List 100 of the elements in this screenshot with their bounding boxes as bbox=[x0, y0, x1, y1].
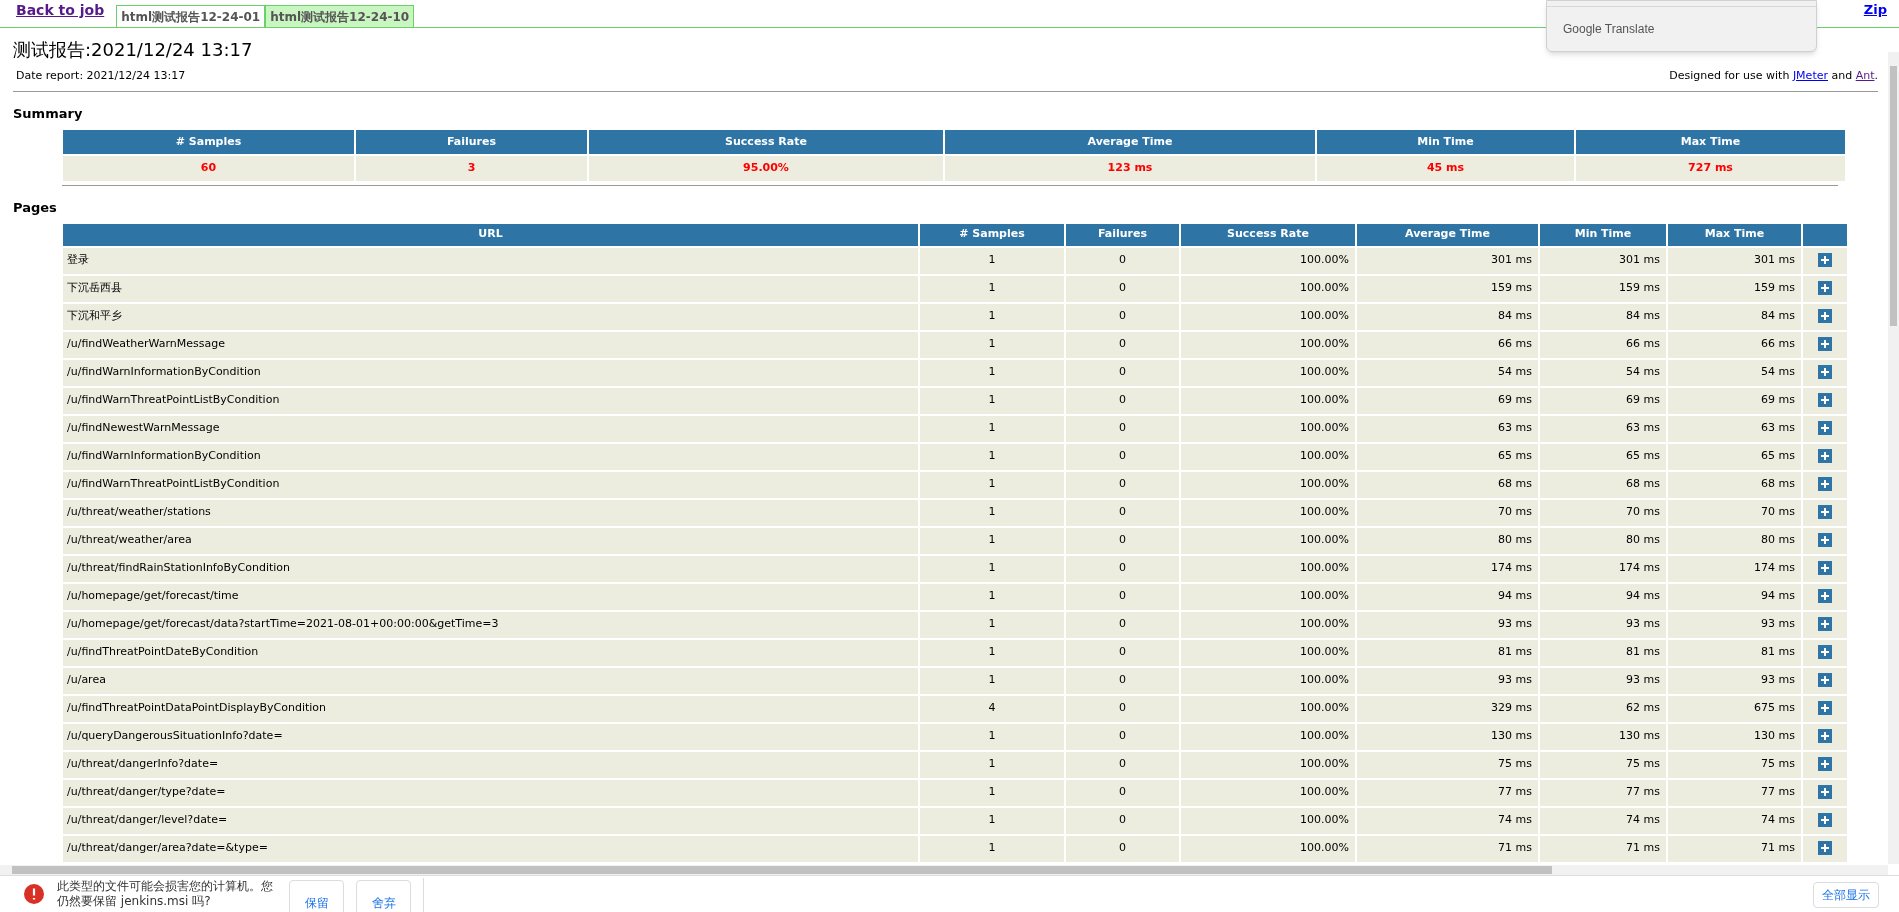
expand-button[interactable] bbox=[1818, 729, 1832, 744]
table-cell: 93 ms bbox=[1668, 611, 1801, 638]
download-action-button[interactable]: 保留 bbox=[289, 880, 344, 912]
table-cell: 1 bbox=[920, 807, 1064, 834]
show-all-button[interactable]: 全部显示 bbox=[1813, 882, 1879, 908]
table-cell: /u/threat/weather/area bbox=[63, 527, 918, 554]
translate-label: Google Translate bbox=[1563, 21, 1655, 38]
table-cell: 94 ms bbox=[1540, 583, 1666, 610]
expand-button[interactable] bbox=[1818, 365, 1832, 380]
expand-button[interactable] bbox=[1818, 449, 1832, 464]
plus-icon bbox=[1820, 479, 1830, 490]
table-cell: /u/threat/danger/type?date= bbox=[63, 779, 918, 806]
table-cell: 75 ms bbox=[1357, 751, 1538, 778]
table-cell: 1 bbox=[920, 583, 1064, 610]
expand-button[interactable] bbox=[1818, 617, 1832, 632]
table-cell: /u/findWarnThreatPointListByCondition bbox=[63, 387, 918, 414]
table-cell: 174 ms bbox=[1357, 555, 1538, 582]
table-cell: /u/findWeatherWarnMessage bbox=[63, 331, 918, 358]
table-cell: 1 bbox=[920, 639, 1064, 666]
table-cell: 1 bbox=[920, 499, 1064, 526]
plus-icon bbox=[1820, 311, 1830, 322]
report-tab[interactable]: html测试报告12-24-10 bbox=[265, 5, 415, 27]
table-cell: 75 ms bbox=[1668, 751, 1801, 778]
table-cell: 70 ms bbox=[1357, 499, 1538, 526]
table-cell: 1 bbox=[920, 359, 1064, 386]
table-cell: 0 bbox=[1066, 359, 1179, 386]
table-cell: 77 ms bbox=[1668, 779, 1801, 806]
table-cell: 93 ms bbox=[1357, 611, 1538, 638]
table-cell: 74 ms bbox=[1540, 807, 1666, 834]
expand-button[interactable] bbox=[1818, 757, 1832, 772]
expand-button[interactable] bbox=[1818, 281, 1832, 296]
expand-button[interactable] bbox=[1818, 421, 1832, 436]
table-cell: 1 bbox=[920, 611, 1064, 638]
expand-button[interactable] bbox=[1818, 253, 1832, 268]
table-cell: 54 ms bbox=[1540, 359, 1666, 386]
table-cell: 0 bbox=[1066, 611, 1179, 638]
table-cell: 130 ms bbox=[1540, 723, 1666, 750]
report-tab[interactable]: html测试报告12-24-01 bbox=[116, 5, 266, 27]
table-cell: 123 ms bbox=[945, 156, 1315, 181]
table-cell: 100.00% bbox=[1181, 359, 1355, 386]
zip-link[interactable]: Zip bbox=[1863, 0, 1887, 19]
table-cell: /u/queryDangerousSituationInfo?date= bbox=[63, 723, 918, 750]
expand-button[interactable] bbox=[1818, 589, 1832, 604]
plus-icon bbox=[1820, 703, 1830, 714]
table-cell: 71 ms bbox=[1668, 835, 1801, 862]
column-header: Success Rate bbox=[589, 130, 943, 154]
table-cell: 301 ms bbox=[1540, 247, 1666, 274]
table-cell: 174 ms bbox=[1540, 555, 1666, 582]
table-cell: /u/threat/findRainStationInfoByCondition bbox=[63, 555, 918, 582]
table-cell: 0 bbox=[1066, 275, 1179, 302]
table-cell: 0 bbox=[1066, 807, 1179, 834]
table-cell: 0 bbox=[1066, 471, 1179, 498]
jmeter-link[interactable]: JMeter bbox=[1792, 69, 1828, 82]
download-warning-text: 此类型的文件可能会损害您的计算机。您仍然要保留 jenkins.msi 吗? bbox=[57, 879, 274, 909]
table-cell: /u/homepage/get/forecast/data?startTime=2021-08-01+00:00:00&getTime=3 bbox=[63, 611, 918, 638]
table-cell: 1 bbox=[920, 667, 1064, 694]
column-header: Failures bbox=[356, 130, 587, 154]
table-cell: /u/findThreatPointDateByCondition bbox=[63, 639, 918, 666]
expand-button[interactable] bbox=[1818, 645, 1832, 660]
back-to-job-link[interactable]: Back to job bbox=[16, 0, 105, 21]
table-cell: 4 bbox=[920, 695, 1064, 722]
expand-button[interactable] bbox=[1818, 673, 1832, 688]
table-cell: 81 ms bbox=[1668, 639, 1801, 666]
table-cell: 0 bbox=[1066, 751, 1179, 778]
table-cell: 84 ms bbox=[1357, 303, 1538, 330]
table-cell: 159 ms bbox=[1540, 275, 1666, 302]
plus-icon bbox=[1820, 423, 1830, 434]
table-cell: 100.00% bbox=[1181, 723, 1355, 750]
download-action-button[interactable]: 舍弃 bbox=[356, 880, 411, 912]
table-cell: 675 ms bbox=[1668, 695, 1801, 722]
plus-icon bbox=[1820, 507, 1830, 518]
table-cell: 301 ms bbox=[1668, 247, 1801, 274]
expand-button[interactable] bbox=[1818, 813, 1832, 828]
table-cell: 100.00% bbox=[1181, 387, 1355, 414]
table-cell: 0 bbox=[1066, 527, 1179, 554]
table-cell: 100.00% bbox=[1181, 471, 1355, 498]
table-cell: 1 bbox=[920, 555, 1064, 582]
column-header: Min Time bbox=[1540, 223, 1666, 246]
designed-for-text: Designed for use with JMeter and Ant. bbox=[1669, 68, 1878, 84]
expand-button[interactable] bbox=[1818, 785, 1832, 800]
expand-button[interactable] bbox=[1818, 561, 1832, 576]
expand-button[interactable] bbox=[1818, 309, 1832, 324]
table-cell: /u/findWarnInformationByCondition bbox=[63, 359, 918, 386]
expand-button[interactable] bbox=[1818, 533, 1832, 548]
table-cell: 下沉岳西县 bbox=[63, 275, 918, 302]
expand-button[interactable] bbox=[1818, 505, 1832, 520]
expand-button[interactable] bbox=[1818, 701, 1832, 716]
expand-button[interactable] bbox=[1818, 841, 1832, 856]
expand-button[interactable] bbox=[1818, 393, 1832, 408]
table-cell: 100.00% bbox=[1181, 667, 1355, 694]
table-cell: 100.00% bbox=[1181, 583, 1355, 610]
expand-button[interactable] bbox=[1818, 337, 1832, 352]
expand-button[interactable] bbox=[1818, 477, 1832, 492]
table-cell: 0 bbox=[1066, 415, 1179, 442]
ant-link[interactable]: Ant bbox=[1855, 69, 1875, 82]
table-cell: 65 ms bbox=[1540, 443, 1666, 470]
table-cell: 0 bbox=[1066, 331, 1179, 358]
table-cell: 65 ms bbox=[1668, 443, 1801, 470]
table-cell: 1 bbox=[920, 527, 1064, 554]
table-cell: 0 bbox=[1066, 499, 1179, 526]
